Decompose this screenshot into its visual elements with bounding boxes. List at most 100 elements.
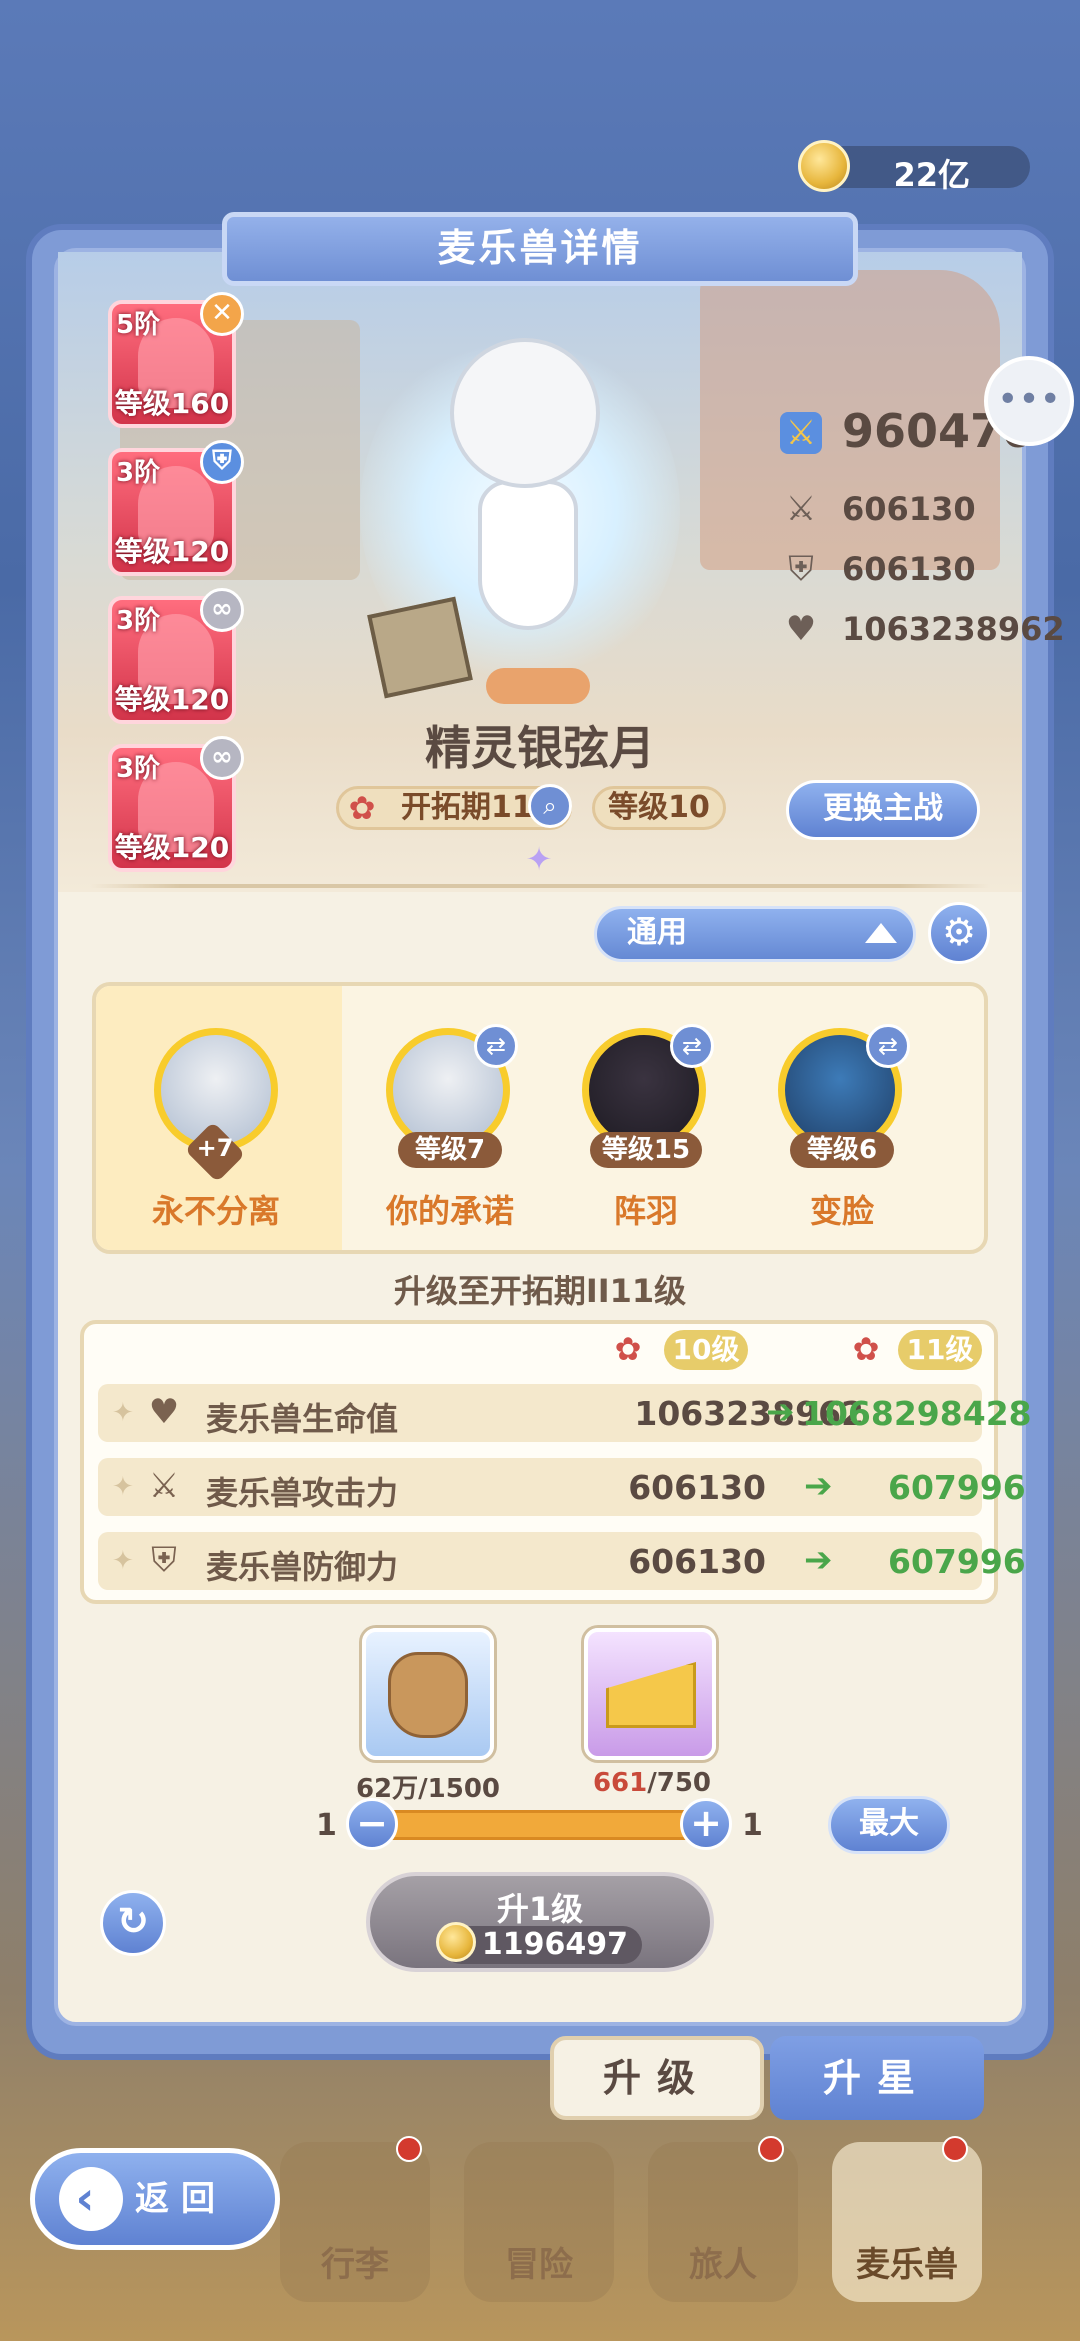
flower-stage-icon: ✿ bbox=[852, 1330, 880, 1368]
nav-label: 冒险 bbox=[505, 2245, 573, 2285]
minus-button[interactable]: − bbox=[346, 1798, 398, 1850]
skill-level-4: 等级6 bbox=[790, 1132, 894, 1168]
defense-shield-icon: ⛨ bbox=[788, 549, 814, 589]
slider-max-value: 1 bbox=[742, 1808, 763, 1843]
chevron-left-icon: ‹ bbox=[59, 2167, 123, 2231]
sparkle-icon: ✦ bbox=[525, 840, 553, 878]
card-tier: 3阶 bbox=[116, 754, 161, 784]
hp-heart-icon: ♥ bbox=[785, 609, 817, 649]
stat-label: 麦乐兽攻击力 bbox=[206, 1474, 399, 1512]
role-badge-defense-icon: ⛨ bbox=[200, 440, 244, 484]
card-level: 等级120 bbox=[114, 683, 230, 716]
next-level-pill: 11级 bbox=[898, 1330, 982, 1370]
stat-label: 麦乐兽防御力 bbox=[206, 1548, 399, 1586]
arrow-right-icon: ➔ bbox=[766, 1392, 795, 1432]
role-badge-attack-icon: ✕ bbox=[200, 292, 244, 336]
sparkle-icon: ✦ bbox=[112, 1398, 134, 1428]
coin-icon bbox=[798, 140, 850, 192]
stat-new: 607996 bbox=[888, 1542, 1026, 1581]
attack-swords-icon: ⚔ bbox=[148, 1466, 180, 1506]
card-tier: 3阶 bbox=[116, 606, 161, 636]
back-button[interactable]: ‹ 返回 bbox=[30, 2148, 280, 2250]
gear-icon[interactable]: ⚙ bbox=[928, 902, 990, 964]
attack-value: 606130 bbox=[842, 490, 976, 528]
upgrade-button-label: 升1级 bbox=[496, 1890, 584, 1928]
upgrade-title: 升级至开拓期II11级 bbox=[393, 1272, 687, 1310]
sparkle-icon: ✦ bbox=[112, 1546, 134, 1576]
preset-dropdown[interactable]: 通用 bbox=[594, 906, 916, 962]
power-shield-icon: ⚔ bbox=[780, 412, 822, 454]
nav-luggage[interactable]: 行李 bbox=[280, 2142, 430, 2302]
card-level: 等级160 bbox=[114, 387, 230, 420]
switch-main-button[interactable]: 更换主战 bbox=[786, 780, 980, 840]
notification-dot bbox=[758, 2136, 784, 2162]
skill-name-3: 阵羽 bbox=[613, 1192, 678, 1230]
swap-icon[interactable]: ⇄ bbox=[474, 1024, 518, 1068]
hp-value: 1063238962 bbox=[842, 610, 1065, 648]
character-pedestal bbox=[486, 668, 590, 704]
skill-name-4: 变脸 bbox=[809, 1192, 874, 1230]
stat-row-hp: ✦ ♥ 麦乐兽生命值 1063238962 ➔ 1068298428 bbox=[98, 1384, 1032, 1442]
food-bag-icon bbox=[388, 1652, 468, 1738]
stage-label: 开拓期11 bbox=[401, 790, 533, 825]
character-name: 精灵银弦月 bbox=[425, 721, 655, 775]
character-portrait[interactable] bbox=[450, 338, 600, 488]
skill-level-3: 等级15 bbox=[590, 1132, 702, 1168]
skill-level-2: 等级7 bbox=[398, 1132, 502, 1168]
role-badge-link-icon: ∞ bbox=[200, 588, 244, 632]
nav-beasts[interactable]: 麦乐兽 bbox=[832, 2142, 982, 2302]
material-2-required: /750 bbox=[647, 1768, 712, 1798]
currency-amount: 22亿 bbox=[893, 156, 970, 194]
swap-icon[interactable]: ⇄ bbox=[866, 1024, 910, 1068]
nav-label: 麦乐兽 bbox=[856, 2245, 958, 2285]
quantity-slider[interactable] bbox=[360, 1810, 720, 1840]
skill-name-2: 你的承诺 bbox=[385, 1192, 514, 1230]
role-badge-link-icon: ∞ bbox=[200, 736, 244, 780]
upgrade-button[interactable]: 升1级 1196497 bbox=[366, 1872, 714, 1972]
nav-adventure[interactable]: 冒险 bbox=[464, 2142, 614, 2302]
chat-bubble-icon[interactable]: ••• bbox=[984, 356, 1074, 446]
attack-swords-icon: ⚔ bbox=[785, 489, 817, 529]
material-1-required: /1500 bbox=[418, 1774, 501, 1804]
swap-icon[interactable]: ⇄ bbox=[670, 1024, 714, 1068]
card-tier: 5阶 bbox=[116, 310, 161, 340]
stat-row-defense: ✦ ⛨ 麦乐兽防御力 606130 ➔ 607996 bbox=[98, 1532, 1026, 1590]
material-2-count: 661/750 bbox=[566, 1768, 738, 1798]
notification-dot bbox=[396, 2136, 422, 2162]
character-level: 等级10 bbox=[608, 790, 710, 825]
coin-icon bbox=[436, 1922, 476, 1962]
flower-stage-icon: ✿ bbox=[348, 789, 376, 827]
max-button[interactable]: 最大 bbox=[828, 1796, 950, 1854]
tab-upgrade[interactable]: 升级 bbox=[550, 2036, 764, 2120]
arrow-right-icon: ➔ bbox=[804, 1466, 833, 1506]
sparkle-icon: ✦ bbox=[112, 1472, 134, 1502]
flower-stage-icon: ✿ bbox=[614, 1330, 642, 1368]
material-2-owned: 661 bbox=[592, 1768, 648, 1798]
current-level-pill: 10级 bbox=[664, 1330, 748, 1370]
section-divider bbox=[90, 884, 990, 888]
back-label: 返回 bbox=[135, 2179, 227, 2219]
character-body bbox=[478, 480, 578, 630]
arrow-right-icon: ➔ bbox=[804, 1540, 833, 1580]
panel-title: 麦乐兽详情 bbox=[437, 226, 643, 270]
stat-row-attack: ✦ ⚔ 麦乐兽攻击力 606130 ➔ 607996 bbox=[98, 1458, 1026, 1516]
currency-display: 22亿 bbox=[798, 140, 1030, 194]
card-tier: 3阶 bbox=[116, 458, 161, 488]
nav-travelers[interactable]: 旅人 bbox=[648, 2142, 798, 2302]
magnify-icon[interactable]: ⌕ bbox=[528, 784, 572, 828]
triangle-up-icon bbox=[865, 923, 897, 943]
tab-star-up[interactable]: 升星 bbox=[770, 2036, 984, 2120]
material-cheese[interactable] bbox=[584, 1628, 716, 1760]
level-pill: 等级10 bbox=[592, 786, 726, 830]
nav-label: 行李 bbox=[321, 2245, 389, 2285]
notification-dot bbox=[942, 2136, 968, 2162]
material-food-bag[interactable] bbox=[362, 1628, 494, 1760]
refresh-icon[interactable]: ↻ bbox=[100, 1890, 166, 1956]
card-level: 等级120 bbox=[114, 535, 230, 568]
skill-name-1: 永不分离 bbox=[151, 1192, 280, 1230]
stat-new: 607996 bbox=[888, 1468, 1026, 1507]
panel-title-ribbon: 麦乐兽详情 bbox=[222, 212, 858, 286]
slider-min-value: 1 bbox=[316, 1808, 337, 1843]
hp-heart-icon: ♥ bbox=[148, 1392, 180, 1432]
plus-button[interactable]: + bbox=[680, 1798, 732, 1850]
